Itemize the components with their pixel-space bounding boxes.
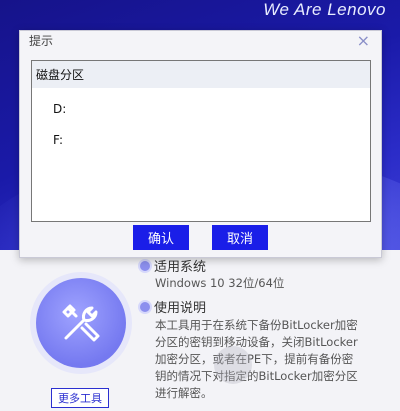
system-title: 适用系统 [154, 260, 207, 275]
confirm-button[interactable]: 确认 [133, 225, 189, 250]
banner-slogan: We Are Lenovo [263, 0, 386, 19]
partition-list: 磁盘分区 D: F: [31, 60, 371, 222]
partition-item-d[interactable]: D: [53, 102, 66, 116]
system-section-heading: 适用系统 [140, 256, 206, 275]
partition-item-f[interactable]: F: [53, 133, 63, 147]
bullet-icon [140, 260, 150, 271]
more-tools-button[interactable]: 更多工具 [51, 388, 109, 408]
list-header: 磁盘分区 [32, 61, 370, 88]
prompt-dialog: 提示 × 磁盘分区 D: F: 确认 取消 [19, 30, 382, 258]
close-icon[interactable]: × [357, 33, 370, 49]
watermark [214, 346, 324, 386]
tool-icon-circle [36, 278, 126, 368]
usage-section-heading: 使用说明 [140, 297, 206, 316]
usage-title: 使用说明 [154, 301, 207, 316]
tools-icon [62, 304, 100, 342]
bullet-icon [140, 301, 150, 312]
usage-line: 本工具用于在系统下备份BitLocker加密 [155, 318, 358, 332]
usage-line: 进行解密。 [155, 386, 213, 400]
cancel-button[interactable]: 取消 [212, 225, 268, 250]
watermark-logo [214, 346, 252, 384]
system-value: Windows 10 32位/64位 [155, 276, 285, 290]
dialog-title: 提示 [29, 34, 54, 48]
